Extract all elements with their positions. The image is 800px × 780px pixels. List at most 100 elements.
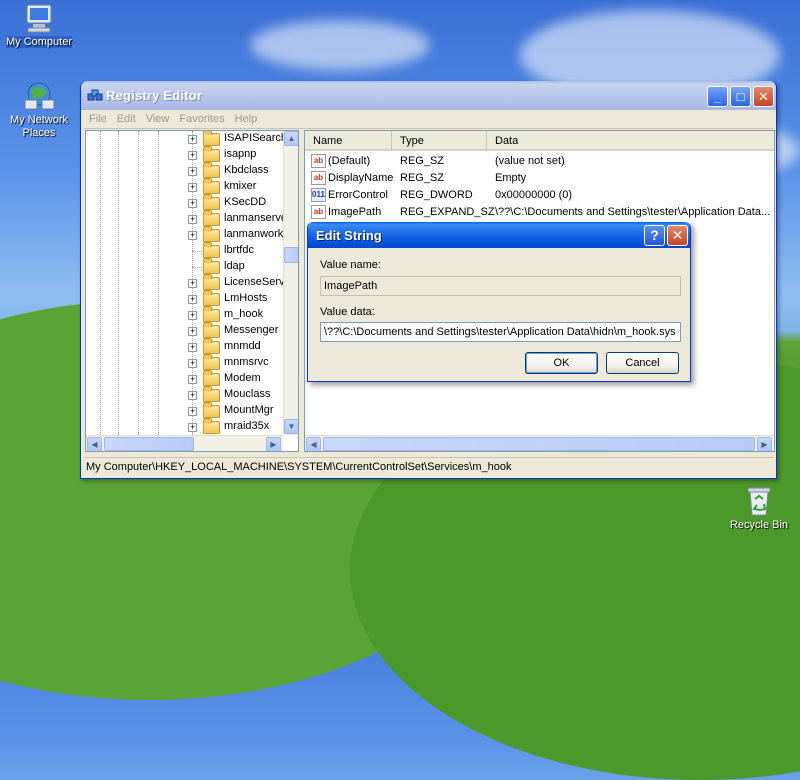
maximize-icon: □ bbox=[736, 89, 745, 104]
menu-bar: File Edit View Favorites Help bbox=[84, 110, 773, 129]
value-data: 0x00000000 (0) bbox=[495, 189, 573, 201]
column-header-type[interactable]: Type bbox=[392, 131, 487, 151]
scroll-right-button[interactable]: ▶ bbox=[266, 437, 281, 451]
tree-item[interactable]: + isapnp bbox=[86, 146, 282, 163]
expand-icon[interactable]: + bbox=[188, 167, 197, 176]
tree-item[interactable]: + Kbdclass bbox=[86, 162, 282, 179]
folder-icon bbox=[203, 210, 220, 226]
value-row[interactable]: 011 ErrorControl REG_DWORD 0x00000000 (0) bbox=[305, 187, 774, 204]
desktop-icon-label: My Network Places bbox=[9, 114, 69, 139]
tree-item[interactable]: lbrtfdc bbox=[86, 242, 282, 259]
tree-item-label: lanmanserve bbox=[224, 212, 287, 224]
help-button[interactable]: ? bbox=[644, 225, 665, 246]
menu-edit[interactable]: Edit bbox=[112, 110, 141, 128]
tree-item[interactable]: + Mouclass bbox=[86, 386, 282, 403]
tree-item[interactable]: + MountMgr bbox=[86, 402, 282, 419]
tree-vertical-scrollbar[interactable]: ▲ ▼ bbox=[283, 131, 298, 435]
expand-icon[interactable]: + bbox=[188, 327, 197, 336]
menu-help[interactable]: Help bbox=[230, 110, 263, 128]
value-name-label: Value name: bbox=[320, 259, 381, 271]
tree-horizontal-scrollbar[interactable]: ◀ ▶ bbox=[86, 435, 283, 451]
key-tree[interactable]: + ISAPISearch + isapnp + Kbdclass + kmixer + KSec… bbox=[85, 130, 299, 452]
minimize-button[interactable]: _ bbox=[707, 86, 728, 107]
tree-item[interactable]: + KSecDD bbox=[86, 194, 282, 211]
tree-item[interactable]: + LmHosts bbox=[86, 290, 282, 307]
expand-icon[interactable]: + bbox=[188, 343, 197, 352]
expand-icon[interactable]: + bbox=[188, 199, 197, 208]
scroll-left-button[interactable]: ◀ bbox=[87, 437, 102, 451]
tree-item-label: LicenseServ bbox=[224, 276, 285, 288]
folder-icon bbox=[203, 306, 220, 322]
tree-item[interactable]: + lanmanserve bbox=[86, 210, 287, 227]
value-data-input[interactable]: \??\C:\Documents and Settings\tester\App… bbox=[320, 322, 681, 342]
tree-item[interactable]: + mnmdd bbox=[86, 338, 282, 355]
expand-icon[interactable]: + bbox=[188, 407, 197, 416]
tree-item[interactable]: + m_hook bbox=[86, 306, 282, 323]
menu-file[interactable]: File bbox=[84, 110, 112, 128]
value-name: ImagePath bbox=[328, 206, 382, 218]
close-icon: ✕ bbox=[758, 89, 769, 104]
expand-icon[interactable]: + bbox=[188, 295, 197, 304]
scroll-up-button[interactable]: ▲ bbox=[284, 131, 298, 146]
expand-icon[interactable]: + bbox=[188, 183, 197, 192]
tree-item-label: ISAPISearch bbox=[224, 132, 287, 144]
column-header-name[interactable]: Name bbox=[305, 131, 392, 151]
menu-favorites[interactable]: Favorites bbox=[174, 110, 229, 128]
tree-item[interactable]: + Messenger bbox=[86, 322, 282, 339]
scroll-down-button[interactable]: ▼ bbox=[284, 419, 298, 434]
tree-item[interactable]: + mnmsrvc bbox=[86, 354, 282, 371]
window-titlebar[interactable]: Registry Editor _ □ ✕ bbox=[81, 81, 776, 110]
list-horizontal-scrollbar[interactable]: ◀ ▶ bbox=[305, 435, 774, 451]
desktop-icon-my-network-places[interactable]: My Network Places bbox=[2, 80, 76, 140]
scroll-thumb-horizontal[interactable] bbox=[323, 437, 755, 451]
string-value-icon: ab bbox=[311, 171, 326, 185]
value-row[interactable]: ab DisplayName REG_SZ Empty bbox=[305, 170, 774, 187]
cancel-button[interactable]: Cancel bbox=[606, 352, 679, 374]
expand-icon[interactable]: + bbox=[188, 311, 197, 320]
folder-icon bbox=[203, 354, 220, 370]
dialog-titlebar[interactable]: Edit String ? ✕ bbox=[308, 222, 690, 248]
expand-icon[interactable]: + bbox=[188, 391, 197, 400]
folder-icon bbox=[203, 242, 220, 258]
desktop-icon-my-computer[interactable]: My Computer bbox=[2, 2, 76, 49]
computer-icon bbox=[22, 2, 56, 34]
expand-icon[interactable]: + bbox=[188, 151, 197, 160]
tree-item[interactable]: ldap bbox=[86, 258, 282, 275]
tree-item-label: mraid35x bbox=[224, 420, 270, 432]
value-name: (Default) bbox=[328, 155, 371, 167]
column-header-data[interactable]: Data bbox=[487, 131, 774, 151]
scroll-thumb[interactable] bbox=[284, 247, 298, 263]
menu-view[interactable]: View bbox=[141, 110, 175, 128]
tree-item-label: lanmanwork bbox=[224, 228, 284, 240]
close-button[interactable]: ✕ bbox=[753, 86, 774, 107]
folder-icon bbox=[203, 194, 220, 210]
tree-item[interactable]: + kmixer bbox=[86, 178, 282, 195]
expand-icon[interactable]: + bbox=[188, 423, 197, 432]
scroll-right-button[interactable]: ▶ bbox=[757, 437, 772, 451]
maximize-button[interactable]: □ bbox=[730, 86, 751, 107]
scroll-left-button[interactable]: ◀ bbox=[306, 437, 321, 451]
value-row[interactable]: ab (Default) REG_SZ (value not set) bbox=[305, 153, 774, 170]
scroll-thumb-horizontal[interactable] bbox=[104, 437, 194, 451]
expand-icon[interactable]: + bbox=[188, 375, 197, 384]
expand-icon[interactable]: + bbox=[188, 215, 197, 224]
expand-icon[interactable]: + bbox=[188, 231, 197, 240]
value-row[interactable]: ab ImagePath REG_EXPAND_SZ \??\C:\Documents… bbox=[305, 204, 774, 221]
tree-item[interactable]: + lanmanwork bbox=[86, 226, 284, 243]
expand-icon[interactable]: + bbox=[188, 279, 197, 288]
value-data: (value not set) bbox=[495, 155, 565, 167]
ok-button[interactable]: OK bbox=[525, 352, 598, 374]
folder-icon bbox=[203, 226, 220, 242]
tree-item-label: Mouclass bbox=[224, 388, 271, 400]
desktop-icon-recycle-bin[interactable]: Recycle Bin bbox=[722, 485, 796, 532]
value-data-label: Value data: bbox=[320, 306, 375, 318]
expand-icon[interactable]: + bbox=[188, 359, 197, 368]
expand-icon[interactable]: + bbox=[188, 135, 197, 144]
tree-item[interactable]: + Modem bbox=[86, 370, 282, 387]
tree-item-label: MountMgr bbox=[224, 404, 274, 416]
dialog-close-button[interactable]: ✕ bbox=[667, 225, 688, 246]
tree-item[interactable]: + ISAPISearch bbox=[86, 131, 287, 147]
tree-item-label: lbrtfdc bbox=[224, 244, 254, 256]
tree-item[interactable]: + LicenseServ bbox=[86, 274, 285, 291]
tree-item[interactable]: + mraid35x bbox=[86, 418, 282, 435]
